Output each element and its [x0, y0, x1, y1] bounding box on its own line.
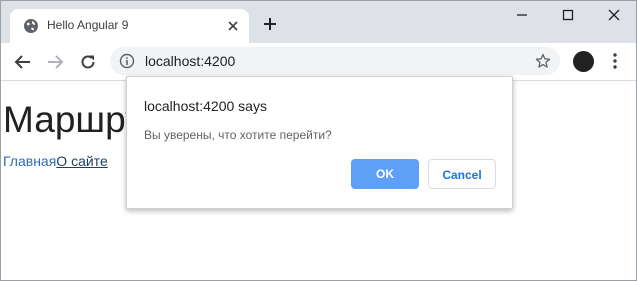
browser-window: Hello Angular 9 localhost:4200 Маршрут Г… [0, 0, 637, 281]
new-tab-plus-icon[interactable] [263, 17, 277, 31]
nav-links: ГлавнаяО сайте [3, 153, 108, 169]
confirm-dialog: localhost:4200 says Вы уверены, что хоти… [126, 76, 513, 209]
about-link[interactable]: О сайте [56, 153, 107, 169]
dialog-title: localhost:4200 says [144, 98, 267, 114]
tab-title: Hello Angular 9 [47, 18, 129, 32]
tab-close-icon[interactable] [226, 19, 240, 33]
ok-button[interactable]: OK [351, 159, 419, 189]
profile-avatar[interactable] [573, 51, 594, 72]
bookmark-star-icon[interactable] [535, 53, 551, 69]
window-close-icon[interactable] [606, 7, 622, 23]
globe-icon [24, 19, 38, 33]
address-bar[interactable]: localhost:4200 [110, 47, 560, 75]
info-icon[interactable] [119, 53, 135, 69]
address-url[interactable]: localhost:4200 [145, 53, 235, 69]
browser-tab[interactable]: Hello Angular 9 [10, 9, 249, 43]
kebab-menu-icon[interactable] [607, 52, 623, 70]
reload-icon[interactable] [79, 53, 97, 71]
back-arrow-icon[interactable] [14, 53, 32, 71]
tab-strip: Hello Angular 9 [1, 1, 636, 43]
dialog-message: Вы уверены, что хотите перейти? [144, 128, 332, 142]
home-link[interactable]: Главная [3, 153, 56, 169]
minimize-icon[interactable] [514, 7, 530, 23]
maximize-icon[interactable] [560, 7, 576, 23]
forward-arrow-icon[interactable] [46, 53, 64, 71]
cancel-button[interactable]: Cancel [428, 159, 496, 189]
